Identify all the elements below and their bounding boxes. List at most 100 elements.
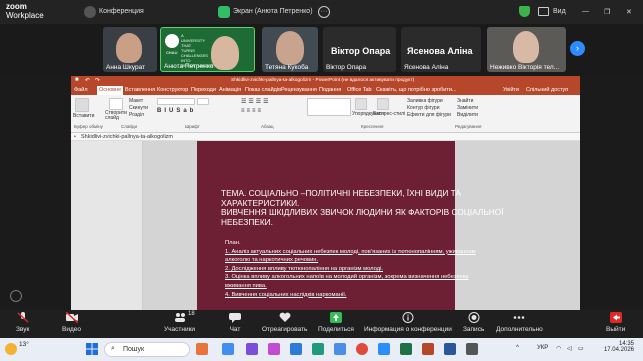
minimize-button[interactable]: —: [582, 8, 589, 15]
reset-button[interactable]: Скинути: [129, 105, 148, 111]
clock[interactable]: 14:35 17.04.2026: [594, 341, 634, 353]
file-explorer-icon[interactable]: [222, 343, 234, 355]
app-icon[interactable]: [466, 343, 478, 355]
tab-home[interactable]: Основне: [97, 86, 124, 95]
reactions-button[interactable]: Отреагировать: [262, 312, 307, 333]
participant-video: [211, 36, 239, 70]
taskbar-search[interactable]: ⌕ Пошук: [104, 342, 190, 357]
grid-view-icon[interactable]: [538, 7, 549, 16]
university-logo-icon: [165, 34, 179, 48]
annotation-tool-icon[interactable]: [10, 290, 22, 302]
more-button[interactable]: Дополнительно: [496, 312, 543, 333]
tray-chevron-icon[interactable]: ^: [516, 345, 519, 351]
battery-icon[interactable]: ▭: [578, 345, 584, 352]
chrome-icon[interactable]: [356, 343, 368, 355]
chat-button[interactable]: Чат: [229, 312, 241, 333]
start-button[interactable]: [86, 343, 98, 355]
shield-check-icon[interactable]: [519, 6, 530, 17]
group-clipboard: Буфер обміну: [74, 124, 103, 129]
tab-slideshow[interactable]: Показ слайдів: [245, 87, 281, 93]
chat-icon: [229, 313, 241, 323]
participant-tile[interactable]: Анна Шкурат: [103, 27, 157, 72]
word-icon[interactable]: [444, 343, 456, 355]
powerpoint-title-bar: ■ ↶ ↷ Shkidlivi-zvichki-pallnya-ta-alkog…: [71, 76, 580, 86]
tab-insert[interactable]: Вставлення: [125, 87, 155, 93]
participant-tile[interactable]: Неживко Вікторія тел...: [487, 27, 566, 72]
screen: zoom Workplace Конференция Экран (Анюта …: [0, 0, 643, 361]
participant-tile[interactable]: Ясенова Аліна Ясенова Аліна: [401, 27, 481, 72]
meeting-info-button[interactable]: Информация о конференции: [364, 312, 452, 333]
more-options-icon[interactable]: ···: [318, 6, 330, 18]
align-icons[interactable]: ≡≡≡≡: [241, 108, 263, 114]
paw-icon[interactable]: [84, 6, 96, 18]
shapes-gallery[interactable]: [307, 98, 351, 116]
zoom-logo-line1: zoom: [6, 2, 27, 11]
audio-button[interactable]: Звук: [16, 312, 29, 333]
paragraph-icons[interactable]: ☰☰☰☰: [241, 98, 271, 105]
edge-icon[interactable]: [312, 343, 324, 355]
language-indicator[interactable]: УКР: [537, 345, 548, 351]
find-button[interactable]: Знайти: [457, 98, 473, 104]
tell-me-search[interactable]: Скажіть, що потрібно зробити...: [376, 87, 456, 93]
sign-in-link[interactable]: Увійти: [503, 87, 519, 93]
slide[interactable]: ТЕМА. СОЦІАЛЬНО –ПОЛІТИЧНІ НЕБЕЗПЕКИ, ЇХ…: [197, 141, 504, 310]
participant-big-name: Віктор Опара: [331, 46, 391, 56]
save-icon[interactable]: ■: [75, 77, 79, 83]
view-label[interactable]: Вид: [553, 8, 566, 15]
participant-tile-active[interactable]: CHAU A UNIVERSITY THAT TURNS CHALLENGES …: [160, 27, 255, 72]
slide-thumbnails-pane[interactable]: [71, 141, 143, 310]
section-button[interactable]: Розділ: [129, 112, 144, 118]
mail-icon[interactable]: [290, 343, 302, 355]
share-screen-button[interactable]: Поделиться: [318, 312, 354, 333]
tab-review[interactable]: Рецензування: [281, 87, 317, 93]
zoom-taskbar-icon[interactable]: [378, 343, 390, 355]
weather-icon[interactable]: [5, 343, 17, 355]
new-slide-button[interactable]: Створити слайд: [105, 111, 127, 121]
tab-view[interactable]: Подання: [319, 87, 341, 93]
shape-outline-button[interactable]: Контур фігури: [407, 105, 439, 111]
powerpoint-icon[interactable]: [422, 343, 434, 355]
layout-button[interactable]: Макет: [129, 98, 143, 104]
app-icon[interactable]: [334, 343, 346, 355]
replace-button[interactable]: Замінити: [457, 105, 478, 111]
app-icon[interactable]: [246, 343, 258, 355]
document-tab[interactable]: Shkidlivi-zvichki-pallnya-ta-alkogolizm: [81, 134, 173, 140]
shape-fill-button[interactable]: Заливка фігури: [407, 98, 443, 104]
task-view-icon[interactable]: [196, 343, 208, 355]
app-icon[interactable]: [268, 343, 280, 355]
share-link[interactable]: Спільний доступ: [526, 87, 568, 93]
font-name-box[interactable]: [157, 98, 195, 105]
paste-icon[interactable]: [75, 98, 89, 112]
select-button[interactable]: Виділити: [457, 112, 478, 118]
volume-icon[interactable]: ◁: [567, 345, 572, 352]
tab-design[interactable]: Конструктор: [157, 87, 188, 93]
shape-effects-button[interactable]: Ефекти для фігури: [407, 112, 451, 118]
leave-button[interactable]: Выйти: [606, 312, 625, 333]
ribbon-tabs: Файл Основне Вставлення Конструктор Пере…: [71, 86, 580, 95]
record-button[interactable]: Запись: [463, 312, 484, 333]
arrange-icon[interactable]: [355, 98, 367, 110]
tab-file[interactable]: Файл: [74, 87, 88, 93]
paste-button[interactable]: Вставити: [73, 113, 94, 119]
excel-icon[interactable]: [400, 343, 412, 355]
search-icon: ⌕: [111, 345, 115, 352]
undo-icon[interactable]: ↶: [85, 77, 90, 84]
tab-transitions[interactable]: Переходи: [191, 87, 216, 93]
restore-button[interactable]: ❐: [604, 8, 610, 16]
font-format-icons[interactable]: BIUSab: [157, 108, 196, 114]
next-page-button[interactable]: ›: [570, 41, 585, 56]
redo-icon[interactable]: ↷: [95, 77, 100, 84]
tab-animations[interactable]: Анімація: [219, 87, 241, 93]
participant-tile[interactable]: Тетяна Кукоба: [262, 27, 318, 72]
quick-styles-icon[interactable]: [377, 98, 389, 110]
plan-item: 1. Аналіз актуальних соціальних небезпек…: [225, 248, 476, 255]
leave-label: Выйти: [606, 326, 626, 333]
video-button[interactable]: Видео: [62, 312, 81, 333]
close-button[interactable]: ✕: [626, 8, 632, 16]
participant-tile[interactable]: Віктор Опара Віктор Опара: [323, 27, 396, 72]
wifi-icon[interactable]: ◠: [556, 345, 561, 352]
tab-office-tab[interactable]: Office Tab: [347, 87, 372, 93]
new-slide-icon[interactable]: [109, 98, 123, 110]
font-size-box[interactable]: [197, 98, 209, 105]
quick-styles-button[interactable]: Експрес-стилі: [373, 111, 405, 117]
